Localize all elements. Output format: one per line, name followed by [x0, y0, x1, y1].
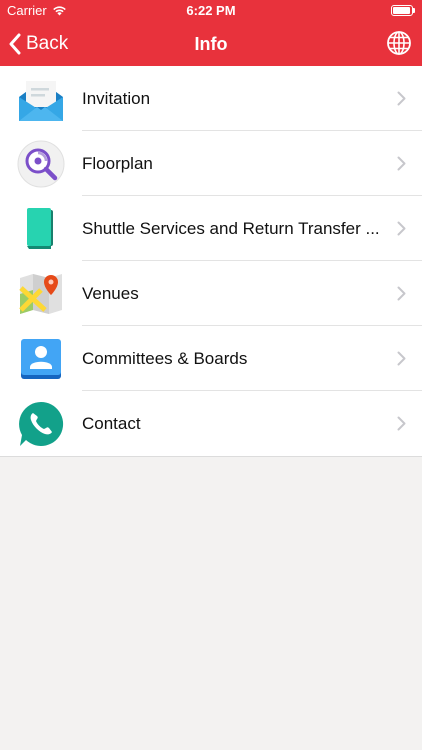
list-item-label: Venues: [82, 284, 139, 303]
status-bar: Carrier 6:22 PM: [0, 0, 422, 22]
envelope-icon: [19, 81, 63, 121]
back-label: Back: [26, 33, 69, 54]
back-button[interactable]: Back: [8, 22, 68, 66]
battery-icon: [391, 5, 415, 16]
language-button[interactable]: [386, 30, 412, 56]
list-item-label: Floorplan: [82, 154, 153, 173]
list-item-label: Contact: [82, 414, 141, 433]
navigation-bar: Back Info: [0, 22, 422, 66]
chevron-right-icon: [397, 91, 406, 106]
list-item-label: Invitation: [82, 89, 151, 108]
phone-chat-icon: [19, 401, 64, 446]
magnifier-icon: [17, 140, 65, 188]
info-screen: Carrier 6:22 PM Back Info Invitation Flo…: [0, 0, 422, 750]
status-time: 6:22 PM: [186, 3, 236, 18]
list-item-floorplan[interactable]: Floorplan: [0, 131, 422, 196]
list-item-label: Committees & Boards: [82, 349, 248, 368]
list-item-committees-boards[interactable]: Committees & Boards: [0, 326, 422, 391]
list-item-label: Shuttle Services and Return Transfer ...: [82, 219, 380, 238]
top-bar: Carrier 6:22 PM Back Info: [0, 0, 422, 66]
info-menu-list: Invitation Floorplan Shuttle Services an…: [0, 66, 422, 457]
chevron-right-icon: [397, 416, 406, 431]
list-item-shuttle-services[interactable]: Shuttle Services and Return Transfer ...: [0, 196, 422, 261]
cards-icon: [27, 208, 53, 249]
list-item-invitation[interactable]: Invitation: [0, 66, 422, 131]
chevron-left-icon: [9, 33, 21, 55]
map-icon: [19, 274, 62, 314]
contacts-icon: [21, 339, 61, 379]
chevron-right-icon: [397, 156, 406, 171]
globe-icon: [387, 31, 411, 55]
page-title: Info: [194, 34, 228, 54]
chevron-right-icon: [397, 221, 406, 236]
chevron-right-icon: [397, 286, 406, 301]
list-item-venues[interactable]: Venues: [0, 261, 422, 326]
chevron-right-icon: [397, 351, 406, 366]
list-item-contact[interactable]: Contact: [0, 391, 422, 456]
